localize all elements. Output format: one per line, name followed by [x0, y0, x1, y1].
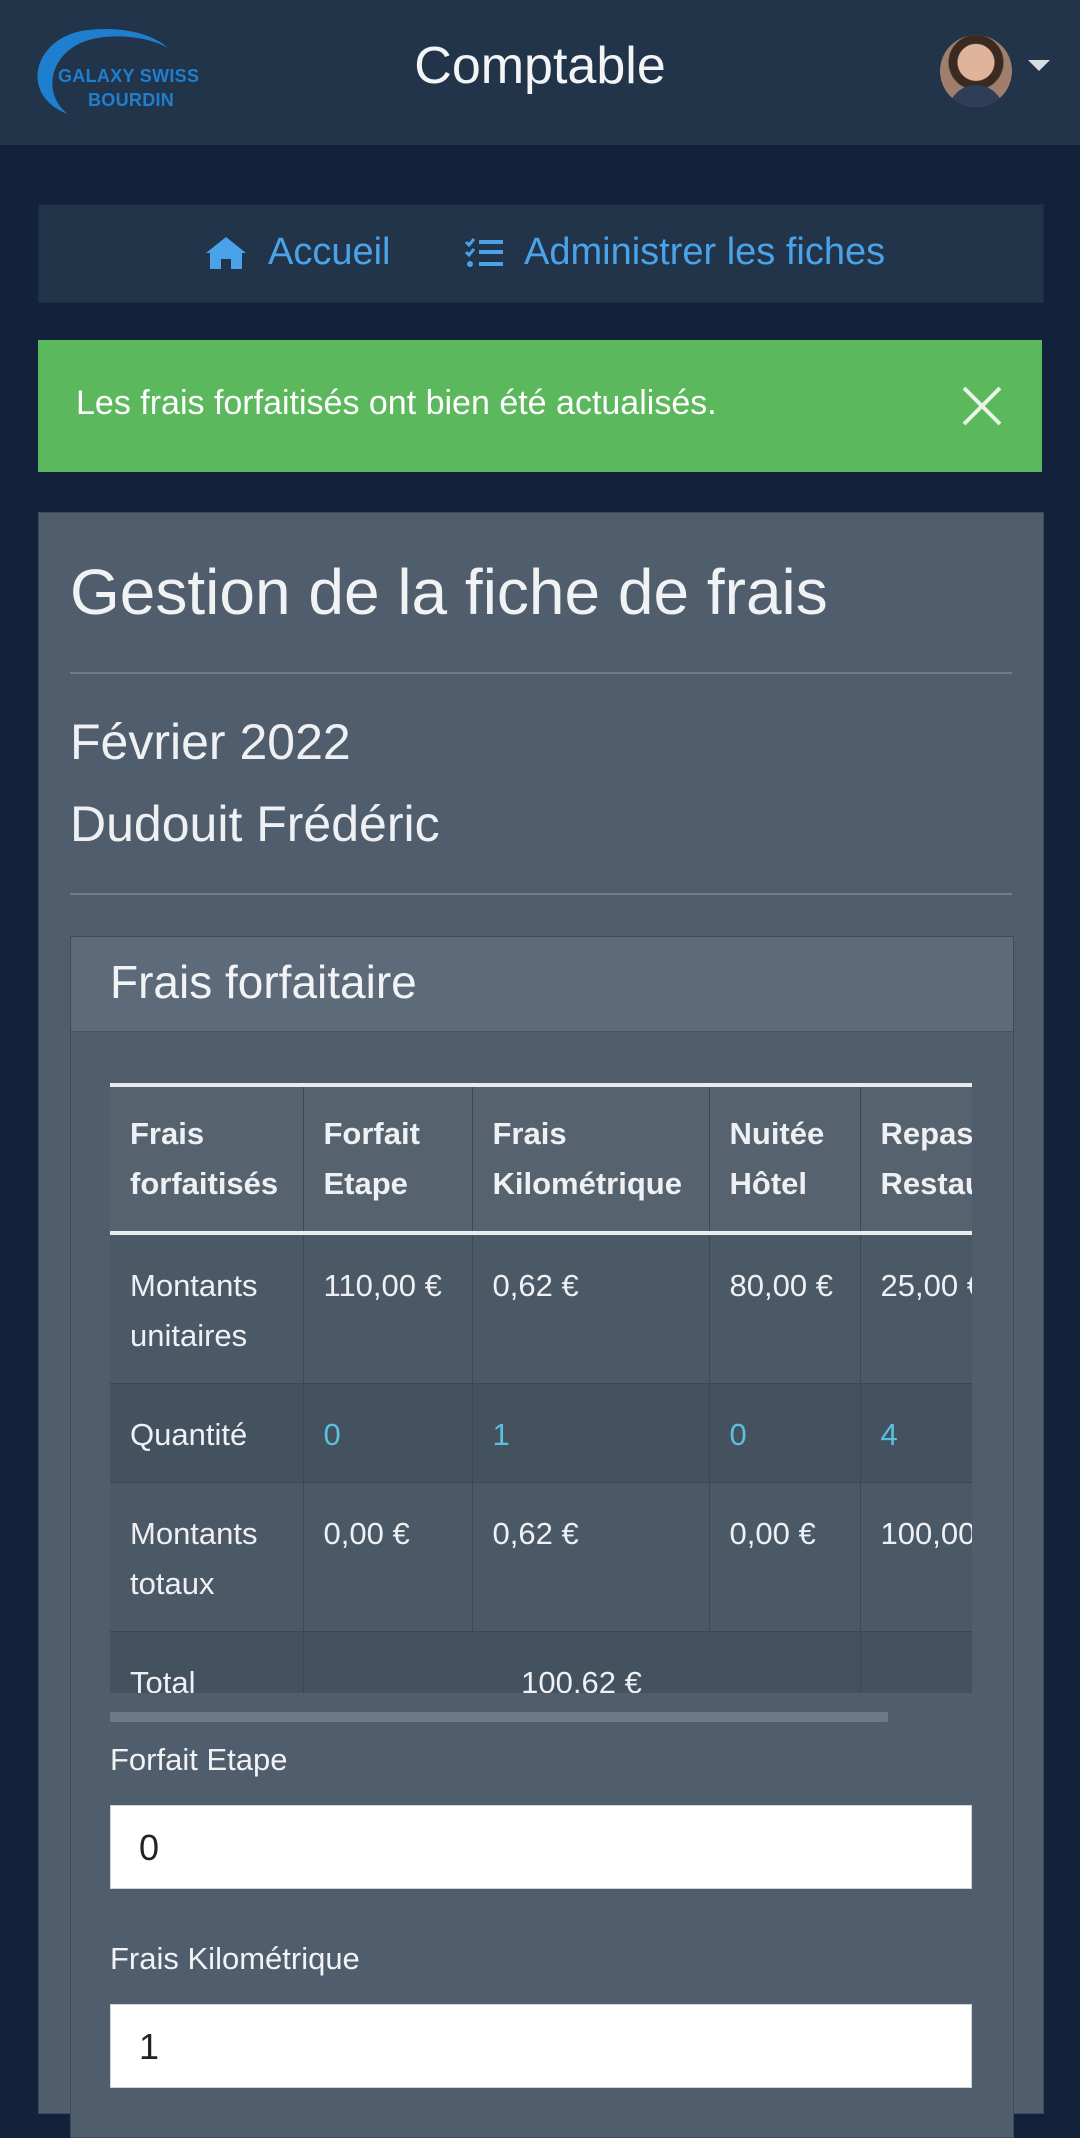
column-header: Frais forfaitisés [110, 1083, 304, 1235]
main-card: Gestion de la fiche de frais Février 202… [38, 512, 1044, 2138]
panel-heading: Frais forfaitaire [71, 937, 1013, 1032]
table-row: Montants unitaires 110,00 € 0,62 € 80,00… [110, 1233, 972, 1384]
panel-title: Frais forfaitaire [110, 956, 417, 1008]
table-row: Quantité 0 1 0 4 [110, 1383, 972, 1483]
alert-message: Les frais forfaitisés ont bien été actua… [76, 384, 717, 422]
quantity-cell: 0 [303, 1383, 473, 1483]
nav-link-home[interactable]: Accueil [204, 231, 391, 274]
frais-kilometrique-input[interactable]: 1 [110, 2004, 972, 2088]
table-scroll-container[interactable]: Frais forfaitisés Forfait Etape Frais Ki… [110, 1083, 972, 1693]
top-navbar: GALAXY SWISS BOURDIN Comptable [0, 0, 1080, 145]
table-row: Montants totaux 0,00 € 0,62 € 0,00 € 100… [110, 1482, 972, 1632]
checklist-icon [464, 237, 503, 267]
frais-kilometrique-label: Frais Kilométrique [110, 1941, 360, 1976]
column-header: Repas Restaurant [860, 1083, 972, 1235]
visitor-name: Dudouit Frédéric [70, 796, 440, 852]
horizontal-scrollbar[interactable] [110, 1712, 888, 1722]
column-header: Nuitée Hôtel [709, 1083, 861, 1235]
app-title: Comptable [414, 37, 666, 95]
table-cell: 0,00 € [709, 1482, 861, 1632]
table-cell: 100,00 € [860, 1482, 972, 1632]
forfait-etape-label: Forfait Etape [110, 1742, 288, 1777]
avatar[interactable] [940, 35, 1012, 107]
table-cell: 0,62 € [472, 1233, 710, 1384]
frais-forfait-panel: Frais forfaitaire Frais forfaitisés Forf… [70, 936, 1014, 2138]
success-alert: Les frais forfaitisés ont bien été actua… [38, 340, 1042, 472]
table-cell: 25,00 € [860, 1233, 972, 1384]
table-cell: 0,62 € [472, 1482, 710, 1632]
divider [70, 893, 1012, 895]
divider [70, 672, 1012, 674]
forfait-etape-input[interactable]: 0 [110, 1805, 972, 1889]
quantity-cell: 4 [860, 1383, 972, 1483]
page-title: Gestion de la fiche de frais [70, 556, 828, 628]
row-label: Quantité [110, 1383, 304, 1483]
main-nav: Accueil Administrer les fiches [38, 204, 1044, 303]
total-value: 100,62 € [303, 1631, 861, 1693]
frais-table: Frais forfaitisés Forfait Etape Frais Ki… [110, 1083, 972, 1693]
total-label: Total [110, 1631, 304, 1693]
table-cell: 80,00 € [709, 1233, 861, 1384]
column-header: Frais Kilométrique [472, 1083, 710, 1235]
quantity-cell: 0 [709, 1383, 861, 1483]
table-cell [860, 1631, 972, 1693]
nav-link-admin[interactable]: Administrer les fiches [464, 231, 885, 274]
column-header: Forfait Etape [303, 1083, 473, 1235]
nav-admin-label: Administrer les fiches [524, 231, 886, 273]
table-cell: 0,00 € [303, 1482, 473, 1632]
chevron-down-icon[interactable] [1028, 60, 1050, 71]
quantity-cell: 1 [472, 1383, 710, 1483]
table-total-row: Total 100,62 € [110, 1631, 972, 1693]
table-cell: 110,00 € [303, 1233, 473, 1384]
period-label: Février 2022 [70, 714, 351, 770]
close-icon[interactable] [960, 384, 1004, 428]
table-header-row: Frais forfaitisés Forfait Etape Frais Ki… [110, 1083, 972, 1235]
nav-home-label: Accueil [268, 231, 391, 273]
row-label: Montants unitaires [110, 1233, 304, 1384]
row-label: Montants totaux [110, 1482, 304, 1632]
home-icon [206, 236, 246, 269]
